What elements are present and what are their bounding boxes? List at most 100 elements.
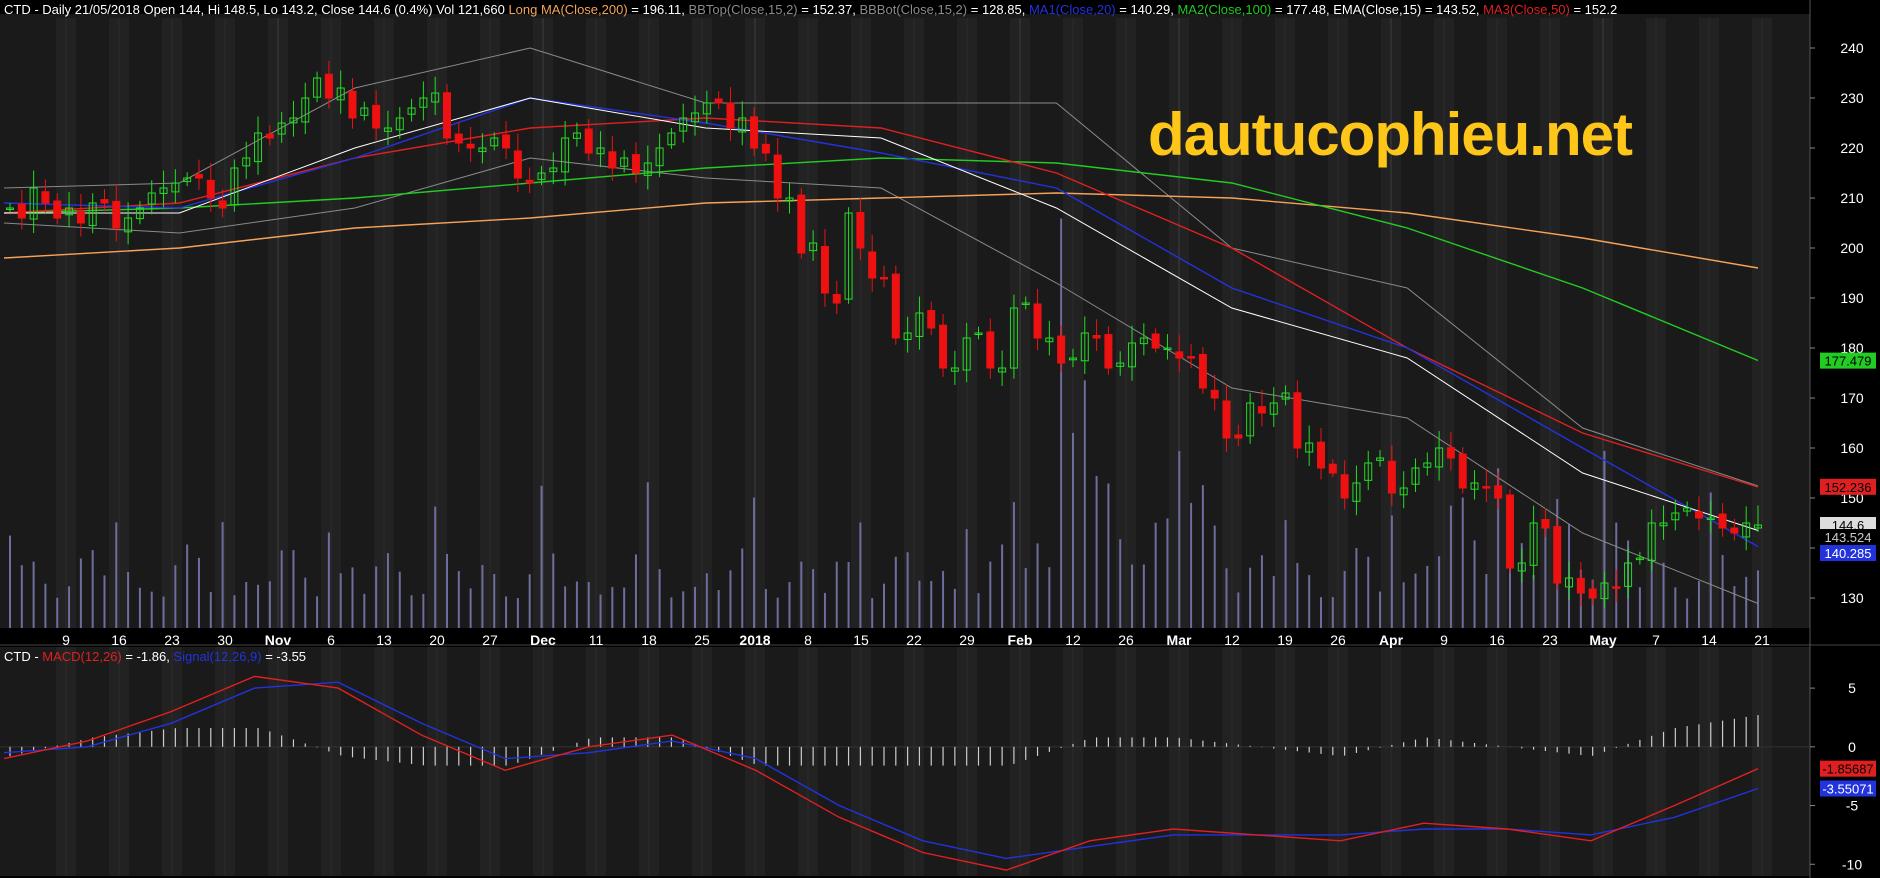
- candle-body: [891, 273, 900, 339]
- candle-body: [1494, 485, 1503, 499]
- candle-body: [513, 150, 522, 179]
- candle-body: [466, 143, 475, 149]
- macd-segment: Signal(12,26,9): [173, 649, 262, 664]
- x-tick-label: 12: [1224, 632, 1240, 648]
- macd-segment: = -1.86,: [121, 649, 174, 664]
- y-tick-label: 220: [1840, 140, 1864, 156]
- y-tick-label: 170: [1840, 390, 1864, 406]
- candle-body: [41, 191, 50, 204]
- x-tick-label: 30: [217, 632, 233, 648]
- candle-body: [1317, 441, 1325, 469]
- x-tick-label: 25: [694, 632, 710, 648]
- price-last-value-label: 152.236: [1825, 480, 1872, 495]
- candle-body: [986, 331, 995, 369]
- candle-body: [1057, 335, 1066, 364]
- candle-body: [1505, 494, 1514, 569]
- x-tick-label: 26: [1330, 632, 1346, 648]
- price-panel-header: CTD - Daily 21/05/2018 Open 144, Hi 148.…: [4, 2, 1617, 17]
- x-tick-label: 2018: [739, 632, 770, 648]
- main-segment: EMA(Close,15): [1333, 2, 1422, 17]
- macd-segment: CTD -: [4, 649, 43, 664]
- main-segment: = 177.48,: [1271, 2, 1334, 17]
- candle-body: [856, 212, 865, 249]
- x-tick-label: 9: [1440, 632, 1448, 648]
- candle-body: [265, 133, 274, 139]
- candle-body: [372, 104, 381, 129]
- macd-panel-header: CTD - MACD(12,26) = -1.86, Signal(12,26,…: [4, 649, 306, 664]
- candle-body: [1694, 511, 1703, 519]
- candle-body: [1612, 586, 1621, 589]
- main-segment: = 128.85,: [967, 2, 1029, 17]
- x-tick-label: 13: [376, 632, 392, 648]
- x-tick-label: 23: [164, 632, 180, 648]
- main-segment: CTD - Daily 21/05/2018 Open 144, Hi 148.…: [4, 2, 509, 17]
- candle-body: [112, 200, 121, 229]
- candle-body: [502, 134, 511, 149]
- candle-body: [1340, 474, 1349, 499]
- candle-body: [206, 179, 215, 199]
- main-segment: MA1(Close,20): [1028, 2, 1116, 17]
- x-tick-label: 6: [327, 632, 335, 648]
- candle-body: [53, 200, 62, 219]
- candle-body: [1730, 527, 1739, 534]
- x-tick-label: 29: [959, 632, 975, 648]
- candle-body: [1482, 486, 1491, 489]
- macd-segment: = -3.55: [261, 649, 307, 664]
- price-last-value-label: 143.524: [1825, 530, 1872, 545]
- x-tick-label: 14: [1701, 632, 1717, 648]
- macd-y-tick-label: 0: [1848, 739, 1856, 755]
- x-tick-label: 20: [429, 632, 445, 648]
- x-tick-label: 16: [111, 632, 127, 648]
- x-tick-label: 7: [1652, 632, 1660, 648]
- candle-body: [1553, 526, 1562, 584]
- x-tick-label: 11: [589, 632, 604, 648]
- candle-body: [761, 143, 770, 154]
- candle-body: [1033, 303, 1042, 339]
- x-tick-label: 8: [804, 632, 812, 648]
- macd-y-tick-label: 5: [1848, 680, 1856, 696]
- candle-body: [1446, 447, 1455, 459]
- candle-body: [1328, 463, 1337, 474]
- candle-body: [454, 133, 463, 144]
- x-tick-label: 22: [906, 632, 922, 648]
- candle-body: [608, 151, 617, 169]
- candle-body: [820, 245, 829, 294]
- y-tick-label: 130: [1840, 590, 1864, 606]
- candle-body: [714, 98, 723, 104]
- candle-body: [868, 251, 877, 279]
- candle-body: [1187, 356, 1196, 359]
- candle-body: [218, 200, 227, 209]
- x-tick-label: 9: [62, 632, 70, 648]
- macd-segment: MACD(12,26): [42, 649, 122, 664]
- candle-body: [1234, 434, 1243, 439]
- candle-body: [348, 90, 357, 119]
- candle-body: [1175, 351, 1184, 359]
- macd-y-tick-label: -5: [1846, 798, 1859, 814]
- candle-body: [1576, 577, 1585, 594]
- candle-body: [1293, 392, 1302, 449]
- x-tick-label: Dec: [530, 632, 556, 648]
- candle-body: [1210, 389, 1219, 399]
- macd-last-value-label: -3.55071: [1822, 782, 1873, 797]
- candle-body: [750, 116, 759, 149]
- candle-body: [631, 154, 640, 174]
- main-segment: BBTop(Close,15,2): [688, 2, 798, 17]
- candle-body: [1458, 453, 1467, 489]
- y-tick-label: 210: [1840, 190, 1864, 206]
- x-tick-label: 18: [641, 632, 657, 648]
- y-tick-label: 190: [1840, 290, 1864, 306]
- y-tick-label: 160: [1840, 440, 1864, 456]
- main-segment: MA2(Close,100): [1177, 2, 1272, 17]
- candle-body: [1387, 460, 1396, 494]
- main-segment: Long MA(Close,200): [508, 2, 628, 17]
- candle-body: [726, 102, 735, 129]
- candle-body: [194, 173, 203, 179]
- candle-body: [1718, 513, 1727, 529]
- price-last-value-label: 140.285: [1825, 546, 1872, 561]
- candle-body: [1104, 334, 1113, 369]
- candle-body: [1222, 400, 1231, 439]
- candle-body: [880, 276, 888, 280]
- main-segment: BBBot(Close,15,2): [859, 2, 968, 17]
- candle-body: [1092, 335, 1101, 339]
- x-tick-label: 15: [853, 632, 869, 648]
